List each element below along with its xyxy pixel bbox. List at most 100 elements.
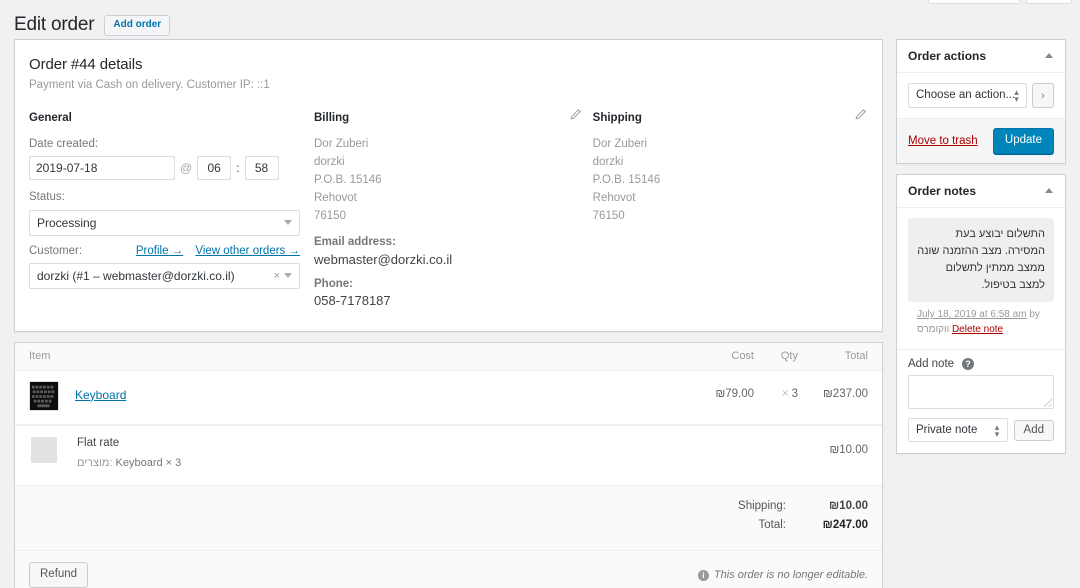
order-notes-list: התשלום יבוצע בעת המסירה. מצב ההזמנה שונה…	[897, 208, 1065, 349]
order-items-panel: Item Cost Qty Total Keyboard ₪79.00 × 3 …	[14, 341, 883, 588]
billing-email-block: Email address: webmaster@dorzki.co.il	[314, 234, 579, 266]
note-type-select[interactable]: Private note ▴ ▾	[908, 418, 1008, 443]
shipping-line-row[interactable]: Flat rate מוצרים: Keyboard × 3 ₪10.00	[15, 424, 882, 486]
order-actions-panel: Order actions Choose an action... ▴ ▾ › M…	[896, 39, 1066, 164]
move-to-trash-link[interactable]: Move to trash	[908, 135, 978, 147]
date-created-input[interactable]: 2019-07-18	[29, 156, 175, 181]
billing-column: Billing Dor Zuberi dorzki P.O.B. 15146 R…	[314, 108, 593, 317]
time-separator: :	[236, 161, 240, 176]
billing-phone-block: Phone: 058-7178187	[314, 276, 579, 308]
minute-input[interactable]: 58	[244, 156, 279, 181]
shipping-qty-cell	[754, 437, 798, 444]
total-row-shipping: Shipping: ₪10.00	[29, 500, 868, 512]
shipping-total-label: Shipping:	[738, 500, 786, 513]
view-other-orders-link[interactable]: View other orders →	[195, 245, 300, 257]
spinner-arrows-icon: ▴ ▾	[1014, 87, 1019, 104]
screen-search-box-cutoff[interactable]	[928, 0, 1020, 4]
order-action-select[interactable]: Choose an action... ▴ ▾	[908, 83, 1027, 108]
shipping-address: Dor Zuberi dorzki P.O.B. 15146 Rehovot 7…	[593, 136, 868, 225]
shipping-line: 76150	[592, 209, 625, 222]
order-total-value: ₪247.00	[822, 519, 868, 532]
note-author: ווקומרס	[917, 324, 950, 336]
table-row[interactable]: Keyboard ₪79.00 × 3 ₪237.00	[15, 371, 882, 425]
shipping-meta-key: מוצרים:	[77, 456, 113, 469]
resize-handle[interactable]	[1044, 399, 1052, 408]
shipping-line: Rehovot	[592, 191, 636, 204]
item-name-cell: Keyboard	[75, 381, 692, 402]
shipping-method-cell: Flat rate מוצרים: Keyboard × 3	[77, 437, 692, 472]
delete-note-link[interactable]: Delete note	[952, 324, 1003, 335]
customer-select-wrap[interactable]: dorzki (#1 – webmaster@dorzki.co.il) ×	[29, 262, 300, 289]
help-icon[interactable]: ?	[962, 358, 975, 371]
billing-line: Rehovot	[314, 191, 357, 204]
update-button[interactable]: Update	[992, 128, 1054, 154]
billing-title: Billing	[314, 112, 350, 125]
col-qty: Qty	[780, 350, 798, 363]
add-note-button[interactable]: Add	[1013, 419, 1054, 441]
shipping-total-value: ₪10.00	[829, 500, 868, 513]
order-notes-title: Order notes	[908, 183, 977, 198]
billing-line: P.O.B. 15146	[314, 173, 382, 186]
add-order-button[interactable]: Add order	[104, 14, 171, 36]
shipping-method-name: Flat rate	[77, 436, 120, 449]
customer-links: Profile → View other orders →	[127, 245, 300, 257]
phone-label: Phone:	[314, 277, 353, 290]
chevron-up-icon[interactable]	[1045, 187, 1053, 193]
order-notes-header: Order notes	[897, 175, 1065, 208]
total-row-grand: Total: ₪247.00	[29, 519, 869, 532]
order-totals: Shipping: ₪10.00 Total: ₪247.00	[15, 485, 882, 551]
customer-select[interactable]: dorzki (#1 – webmaster@dorzki.co.il)	[29, 262, 300, 289]
items-footer: Refund i This order is no longer editabl…	[15, 550, 882, 588]
general-title: General	[29, 112, 72, 125]
screen-search-button-cutoff[interactable]	[1026, 0, 1072, 4]
refund-button[interactable]: Refund	[29, 562, 89, 588]
add-note-label-row: Add note ?	[908, 358, 1054, 371]
shipping-meta-value: Keyboard × 3	[115, 456, 182, 469]
col-cost: Cost	[731, 350, 754, 363]
action-select-row: Choose an action... ▴ ▾ ›	[908, 83, 1054, 108]
shipping-total: ₪10.00	[829, 443, 868, 456]
page-header: Edit order Add order	[14, 14, 171, 37]
add-note-textarea[interactable]	[908, 375, 1054, 410]
page-title: Edit order	[14, 14, 95, 35]
status-select-wrap[interactable]: Processing	[29, 209, 300, 236]
item-qty: × 3	[754, 381, 798, 400]
shipping-line: dorzki	[592, 156, 624, 169]
edit-billing-pencil-icon[interactable]	[569, 108, 583, 122]
customer-label-row: Customer: Profile → View other orders →	[29, 243, 300, 259]
shipping-cost-cell	[692, 437, 754, 444]
status-label: Status:	[29, 191, 65, 204]
spinner-arrows-icon: ▴ ▾	[994, 422, 1000, 440]
clear-customer-icon[interactable]: ×	[274, 269, 280, 283]
product-link[interactable]: Keyboard	[75, 388, 126, 402]
billing-email-link[interactable]: webmaster@dorzki.co.il	[314, 252, 452, 267]
note-by-label: by	[1029, 309, 1040, 321]
note-content: התשלום יבוצע בעת המסירה. מצב ההזמנה שונה…	[917, 227, 1045, 292]
items-table-header: Item Cost Qty Total	[15, 342, 882, 371]
status-select[interactable]: Processing	[29, 209, 300, 236]
item-total: ₪237.00	[823, 387, 868, 400]
edit-shipping-pencil-icon[interactable]	[854, 108, 868, 122]
not-editable-notice: i This order is no longer editable.	[697, 569, 868, 581]
list-item: התשלום יבוצע בעת המסירה. מצב ההזמנה שונה…	[908, 217, 1054, 303]
order-heading: Order #44 details	[29, 56, 143, 73]
qty-multiplier: ×	[781, 387, 789, 400]
order-subheading: Payment via Cash on delivery. Customer I…	[29, 79, 270, 91]
billing-phone-link[interactable]: 058-7178187	[314, 293, 391, 308]
customer-profile-link[interactable]: Profile →	[136, 245, 183, 257]
at-symbol: @	[180, 161, 193, 176]
note-timestamp: July 18, 2019 at 6:58 am	[917, 309, 1027, 321]
general-column: General Date created: 2019-07-18 @ 06 : …	[29, 110, 314, 317]
shipping-line: Dor Zuberi	[592, 138, 647, 151]
order-data-columns: General Date created: 2019-07-18 @ 06 : …	[29, 108, 868, 317]
item-cost: ₪79.00	[715, 387, 754, 400]
chevron-up-icon[interactable]	[1045, 53, 1053, 58]
hour-input[interactable]: 06	[197, 156, 232, 181]
col-total: Total	[844, 350, 868, 363]
billing-line: Dor Zuberi	[314, 138, 369, 151]
apply-action-button[interactable]: ›	[1032, 83, 1054, 108]
note-meta: July 18, 2019 at 6:58 am by ווקומרס Dele…	[908, 302, 1054, 347]
shipping-placeholder-icon	[31, 436, 57, 463]
order-actions-footer: Move to trash Update	[897, 118, 1065, 163]
order-data-panel: Order #44 details Payment via Cash on de…	[14, 39, 883, 332]
